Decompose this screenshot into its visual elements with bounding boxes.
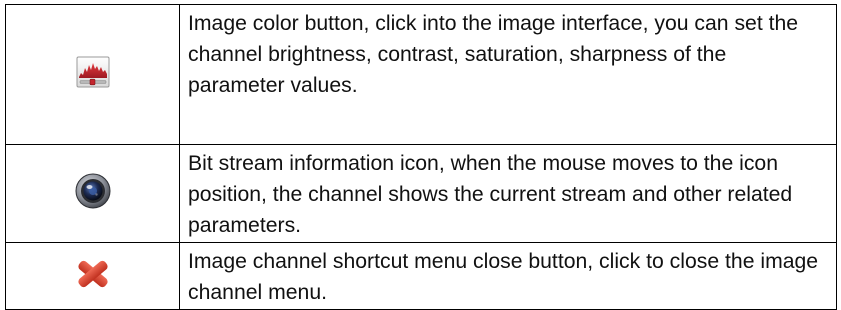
camera-lens-icon[interactable] — [74, 172, 112, 210]
description-cell: Bit stream information icon, when the mo… — [179, 144, 837, 243]
icon-cell — [5, 4, 180, 145]
icon-cell — [5, 144, 180, 243]
table-row-close: Image channel shortcut menu close button… — [5, 242, 837, 310]
table-row-image-color: Image color button, click into the image… — [5, 4, 837, 145]
table-row-bit-stream: Bit stream information icon, when the mo… — [5, 144, 837, 243]
icon-cell — [5, 242, 180, 310]
image-color-icon[interactable] — [75, 54, 111, 90]
description-cell: Image color button, click into the image… — [179, 4, 837, 145]
icon-description-table: Image color button, click into the image… — [5, 4, 837, 310]
description-cell: Image channel shortcut menu close button… — [179, 242, 837, 310]
